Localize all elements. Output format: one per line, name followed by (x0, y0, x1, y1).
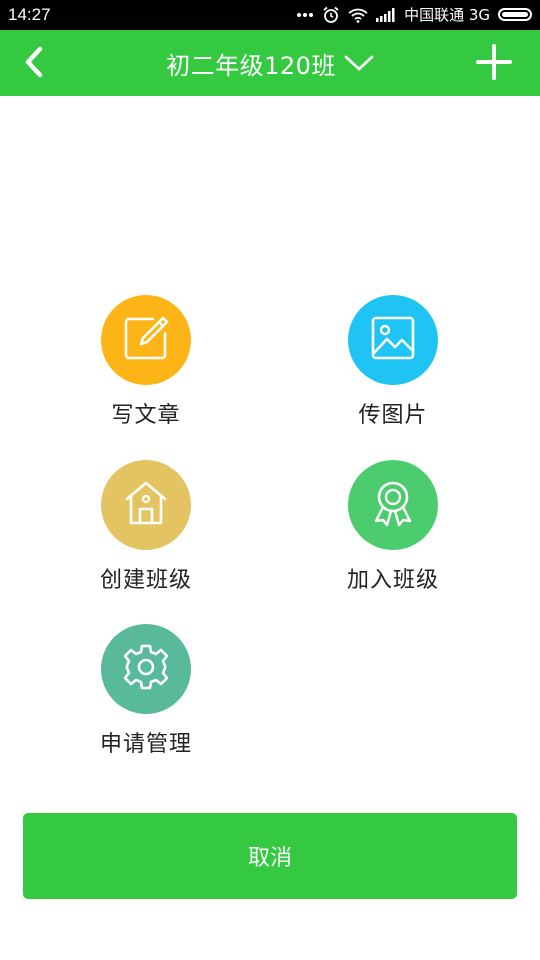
menu-item-upload-photo[interactable]: 传图片 (293, 295, 493, 429)
menu-item-label: 传图片 (358, 403, 428, 428)
menu-item-label: 加入班级 (346, 568, 439, 593)
plus-icon (476, 44, 512, 84)
battery-icon (498, 8, 532, 21)
menu-item-write-article[interactable]: 写文章 (46, 295, 246, 429)
house-icon (123, 479, 169, 531)
status-bar: 14:27 中国联通 3G (0, 0, 540, 30)
status-time: 14:27 (8, 5, 51, 24)
menu-item-label: 申请管理 (99, 732, 192, 757)
menu-item-create-class[interactable]: 创建班级 (46, 460, 246, 594)
gear-icon (121, 642, 171, 696)
menu-item-join-class[interactable]: 加入班级 (293, 460, 493, 594)
alarm-icon (322, 6, 340, 24)
menu-icon-circle (101, 295, 191, 385)
app-bar: 初二年级120班 (0, 30, 540, 96)
edit-icon (123, 315, 169, 365)
image-icon (370, 315, 416, 365)
menu-item-label: 写文章 (111, 403, 181, 428)
menu-icon-circle (101, 460, 191, 550)
more-dots-icon (296, 12, 314, 18)
page-title: 初二年级120班 (166, 51, 336, 80)
menu-icon-circle (348, 460, 438, 550)
menu-item-manage-requests[interactable]: 申请管理 (46, 624, 246, 758)
wifi-icon (348, 7, 368, 23)
award-icon (370, 479, 416, 531)
class-selector[interactable]: 初二年级120班 (0, 30, 540, 96)
menu-icon-circle (101, 624, 191, 714)
carrier-label: 中国联通 3G (404, 6, 490, 24)
menu-icon-circle (348, 295, 438, 385)
signal-icon (376, 7, 396, 22)
status-icons: 中国联通 3G (296, 4, 532, 25)
add-button[interactable] (474, 44, 514, 84)
cancel-button-label: 取消 (247, 846, 292, 871)
menu-item-label: 创建班级 (99, 568, 192, 593)
cancel-button[interactable]: 取消 (23, 813, 517, 899)
chevron-down-icon (344, 54, 374, 72)
